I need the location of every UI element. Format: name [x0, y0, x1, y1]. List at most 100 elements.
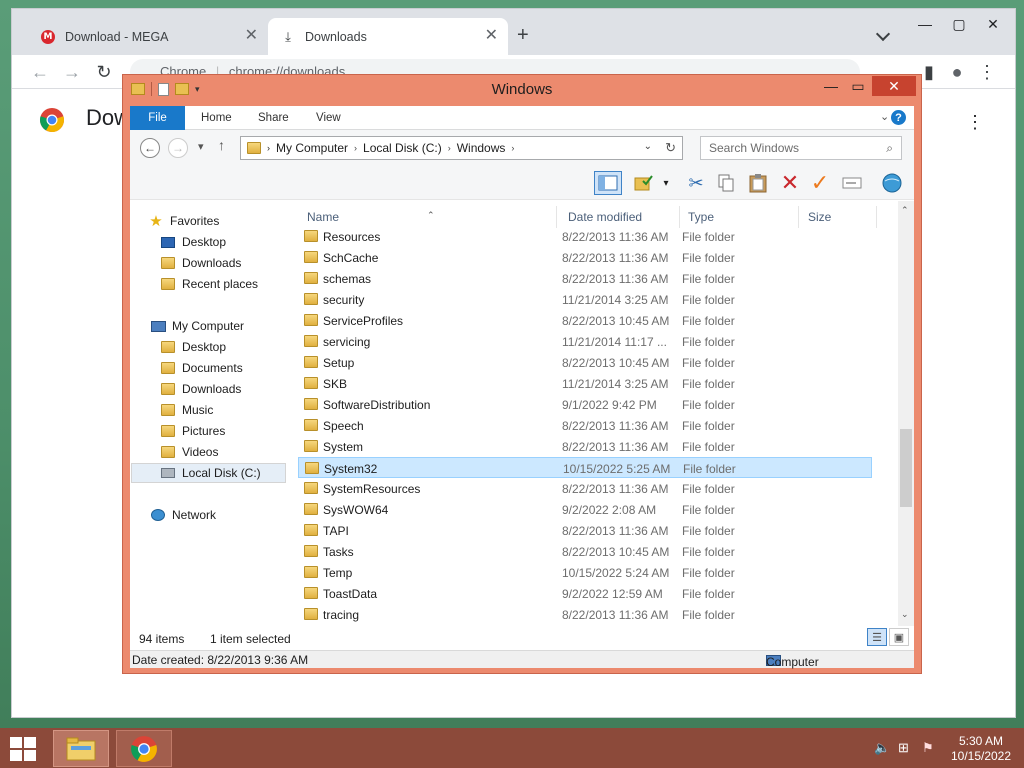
tab-share[interactable]: Share — [244, 106, 303, 130]
close-button[interactable]: ✕ — [872, 76, 916, 96]
table-row[interactable]: ToastData 9/2/2022 12:59 AM File folder — [298, 583, 872, 604]
large-icons-view-icon[interactable]: ▣ — [889, 628, 909, 646]
globe-icon[interactable] — [878, 171, 906, 195]
properties-icon[interactable] — [838, 171, 866, 195]
breadcrumb-item[interactable]: Windows › — [457, 141, 515, 155]
dropdown-chevron-icon[interactable]: ▾ — [652, 171, 680, 195]
close-button[interactable]: ✕ — [975, 12, 1011, 36]
table-row[interactable]: System32 10/15/2022 5:25 AM File folder — [298, 457, 872, 478]
folder-icon — [304, 272, 318, 284]
breadcrumb-item[interactable]: Local Disk (C:) › — [363, 141, 451, 155]
search-input[interactable]: Search Windows ⌕ — [700, 136, 902, 160]
new-tab-button[interactable]: + — [517, 25, 529, 45]
paste-icon[interactable] — [744, 171, 772, 195]
scroll-up-icon[interactable]: ⌃ — [901, 205, 909, 216]
details-view-icon[interactable]: ☰ — [867, 628, 887, 646]
preview-pane-icon[interactable] — [594, 171, 622, 195]
column-date-modified[interactable]: Date modified — [568, 210, 642, 224]
page-menu-icon[interactable]: ⋮ — [966, 113, 984, 131]
taskbar-file-explorer[interactable] — [53, 730, 109, 767]
back-icon[interactable]: ← — [28, 61, 52, 83]
nav-favorites-downloads[interactable]: Downloads — [160, 253, 241, 273]
taskbar-chrome[interactable] — [116, 730, 172, 767]
table-row[interactable]: schemas 8/22/2013 11:36 AM File folder — [298, 268, 872, 289]
help-icon[interactable]: ? — [891, 110, 906, 125]
table-row[interactable]: TAPI 8/22/2013 11:36 AM File folder — [298, 520, 872, 541]
address-dropdown-icon[interactable]: ⌄ — [644, 141, 652, 152]
table-row[interactable]: Setup 8/22/2013 10:45 AM File folder — [298, 352, 872, 373]
nav-computer-downloads[interactable]: Downloads — [160, 379, 241, 399]
nav-computer-music[interactable]: Music — [160, 400, 213, 420]
table-row[interactable]: Temp 10/15/2022 5:24 AM File folder — [298, 562, 872, 583]
maximize-button[interactable]: ▭ — [845, 76, 871, 96]
table-row[interactable]: Speech 8/22/2013 11:36 AM File folder — [298, 415, 872, 436]
recent-locations-chevron-icon[interactable]: ▾ — [198, 140, 204, 153]
network-tray-icon[interactable]: ⊞ — [898, 740, 909, 756]
copy-icon[interactable] — [712, 171, 740, 195]
close-icon[interactable]: ✕ — [245, 28, 258, 44]
nav-favorites-recent[interactable]: Recent places — [160, 274, 258, 294]
profile-icon[interactable]: ● — [945, 61, 969, 83]
table-row[interactable]: security 11/21/2014 3:25 AM File folder — [298, 289, 872, 310]
nav-favorites[interactable]: ★ Favorites — [148, 211, 219, 231]
tab-search-chevron-icon[interactable] — [875, 26, 891, 42]
table-row[interactable]: servicing 11/21/2014 11:17 ... File folder — [298, 331, 872, 352]
close-icon[interactable]: ✕ — [485, 28, 498, 44]
table-row[interactable]: SysWOW64 9/2/2022 2:08 AM File folder — [298, 499, 872, 520]
column-size[interactable]: Size — [808, 210, 831, 224]
forward-icon[interactable]: → — [60, 61, 84, 83]
downloads-folder-icon — [160, 256, 176, 270]
address-bar[interactable]: › My Computer › Local Disk (C:) › Windows ›… — [240, 136, 683, 160]
network-icon — [150, 508, 166, 522]
nav-favorites-desktop[interactable]: Desktop — [160, 232, 226, 252]
folder-icon — [304, 566, 318, 578]
refresh-icon[interactable]: ↻ — [665, 140, 676, 156]
nav-network[interactable]: Network — [150, 505, 216, 525]
tab-file[interactable]: File — [130, 106, 185, 130]
minimize-button[interactable]: — — [817, 76, 845, 96]
windows-start-icon[interactable] — [10, 737, 38, 761]
table-row[interactable]: tracing 8/22/2013 11:36 AM File folder — [298, 604, 872, 625]
scroll-thumb[interactable] — [900, 429, 912, 507]
action-center-icon[interactable]: ⚑ — [922, 740, 934, 756]
file-date-modified: 10/15/2022 5:24 AM — [562, 566, 670, 580]
column-type[interactable]: Type — [688, 210, 714, 224]
column-name[interactable]: Name — [307, 210, 339, 224]
breadcrumb-item[interactable]: My Computer › — [276, 141, 357, 155]
maximize-button[interactable]: ▢ — [941, 12, 977, 36]
back-icon[interactable]: ← — [140, 138, 160, 158]
minimize-button[interactable]: — — [907, 12, 943, 36]
table-row[interactable]: SchCache 8/22/2013 11:36 AM File folder — [298, 247, 872, 268]
delete-icon[interactable]: ✕ — [776, 170, 804, 195]
table-row[interactable]: Resources 8/22/2013 11:36 AM File folder — [298, 226, 872, 247]
expand-ribbon-chevron-icon[interactable]: ⌄ — [880, 110, 889, 123]
tab-home[interactable]: Home — [187, 106, 246, 130]
nav-computer-documents[interactable]: Documents — [160, 358, 243, 378]
forward-icon[interactable]: → — [168, 138, 188, 158]
cut-icon[interactable]: ✂ — [682, 171, 710, 195]
rename-check-icon[interactable]: ✓ — [806, 170, 834, 195]
clock[interactable]: 5:30 AM 10/15/2022 — [948, 734, 1014, 764]
table-row[interactable]: SoftwareDistribution 9/1/2022 9:42 PM File… — [298, 394, 872, 415]
table-row[interactable]: ServiceProfiles 8/22/2013 10:45 AM File fo… — [298, 310, 872, 331]
menu-icon[interactable]: ⋮ — [975, 61, 999, 83]
nav-my-computer[interactable]: My Computer — [150, 316, 244, 336]
nav-computer-desktop[interactable]: Desktop — [160, 337, 226, 357]
taskbar: 🔈 ⊞ ⚑ 5:30 AM 10/15/2022 — [0, 728, 1024, 768]
explorer-titlebar[interactable]: ▾ Windows — ▭ ✕ — [123, 75, 921, 105]
reload-icon[interactable]: ↻ — [92, 61, 116, 83]
vertical-scrollbar[interactable]: ⌃ ⌄ — [898, 201, 914, 626]
tab-mega[interactable]: M Download - MEGA ✕ — [28, 18, 268, 55]
table-row[interactable]: SystemResources 8/22/2013 11:36 AM File fo… — [298, 478, 872, 499]
scroll-down-icon[interactable]: ⌄ — [901, 609, 909, 620]
up-arrow-icon[interactable]: ↑ — [218, 137, 225, 153]
nav-computer-videos[interactable]: Videos — [160, 442, 218, 462]
nav-local-disk[interactable]: Local Disk (C:) — [131, 463, 286, 483]
tab-view[interactable]: View — [302, 106, 355, 130]
table-row[interactable]: SKB 11/21/2014 3:25 AM File folder — [298, 373, 872, 394]
tab-downloads[interactable]: ⤓ Downloads ✕ — [268, 18, 508, 55]
table-row[interactable]: Tasks 8/22/2013 10:45 AM File folder — [298, 541, 872, 562]
table-row[interactable]: System 8/22/2013 11:36 AM File folder — [298, 436, 872, 457]
nav-computer-pictures[interactable]: Pictures — [160, 421, 225, 441]
volume-muted-icon[interactable]: 🔈 — [874, 740, 890, 756]
